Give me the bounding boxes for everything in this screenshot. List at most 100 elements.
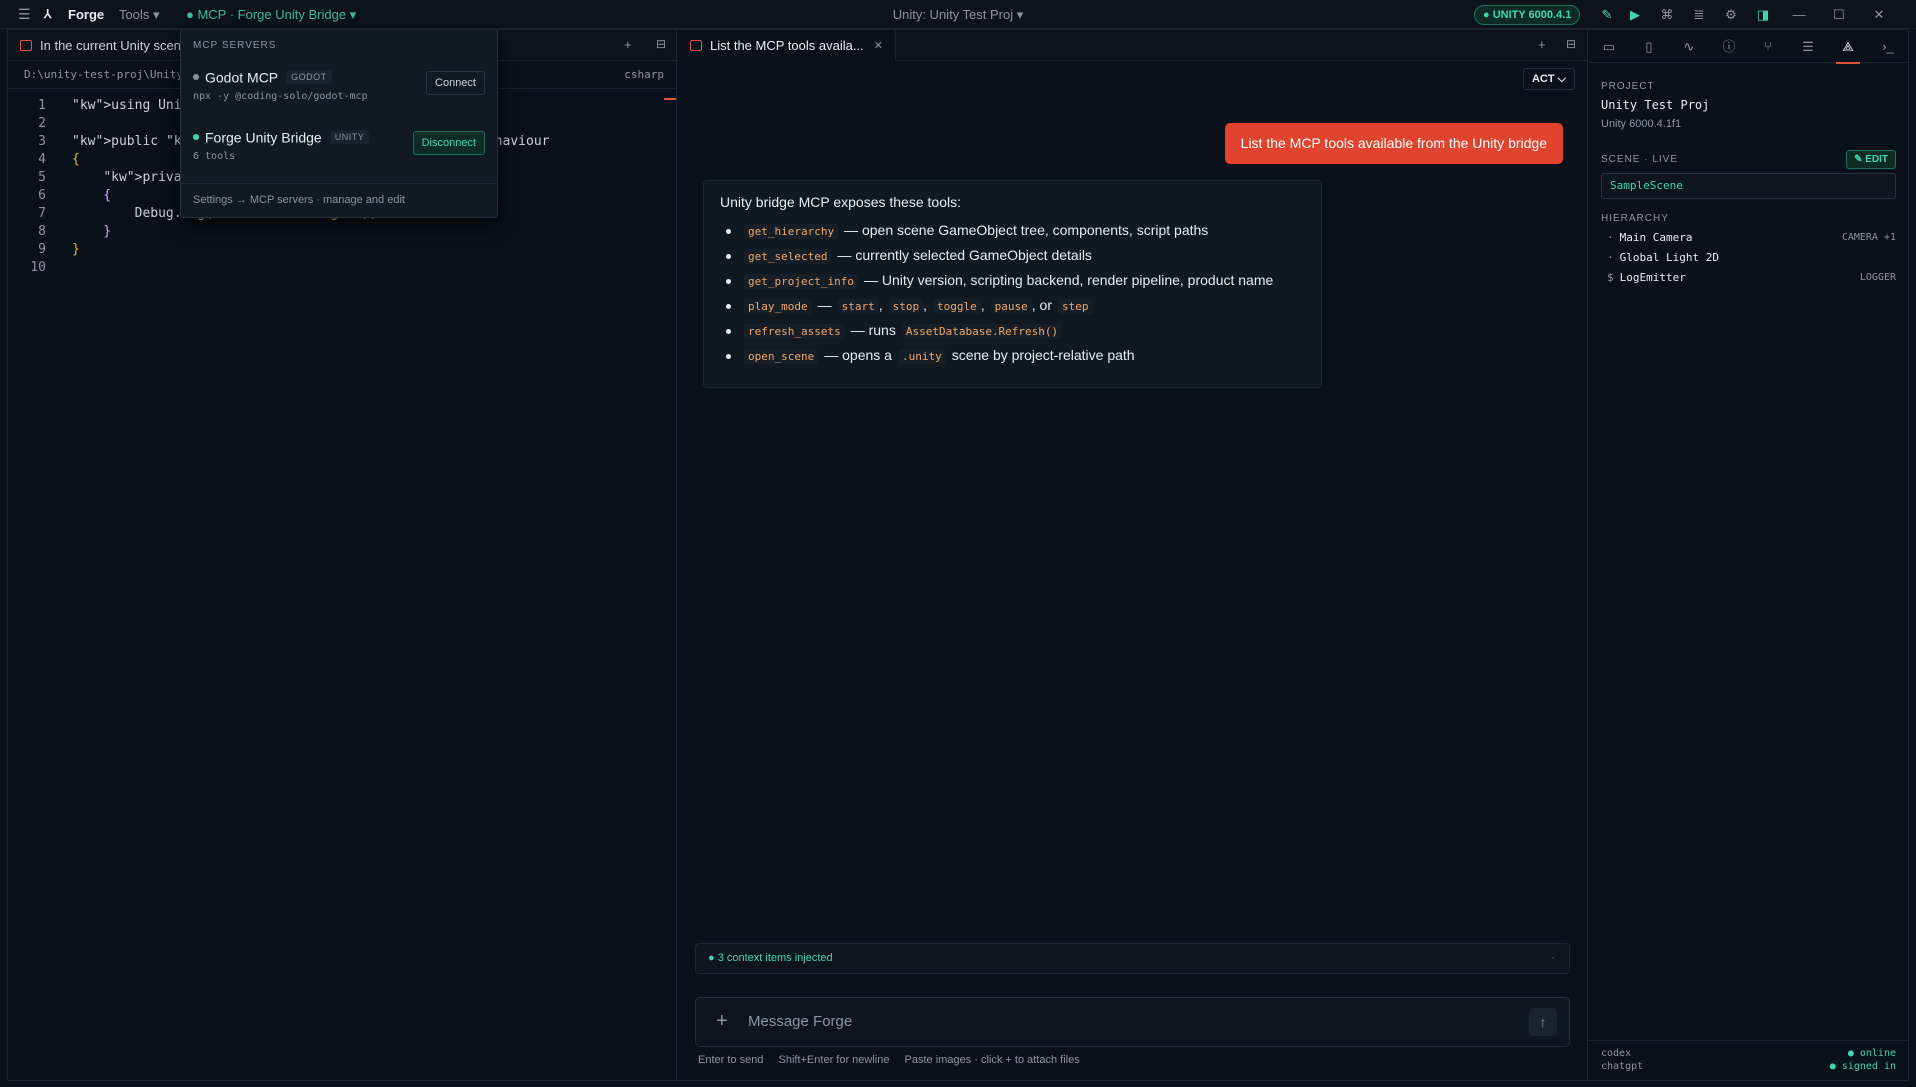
dropdown-footer[interactable]: Settings → MCP servers · manage and edit xyxy=(181,183,497,217)
new-chat-icon[interactable]: + xyxy=(1538,37,1546,52)
hierarchy-section: HIERARCHY · Main Camera CAMERA +1 · Global L… xyxy=(1601,213,1896,288)
status-online: ● online xyxy=(1847,1048,1896,1059)
file-path: D:\unity-test-proj\Unity xyxy=(24,68,183,81)
window-title[interactable]: Unity: Unity Test Proj ▾ xyxy=(893,7,1024,22)
status-dot-icon xyxy=(193,74,199,81)
line-number: 10 xyxy=(30,260,46,275)
server-name: Forge Unity Bridge xyxy=(205,129,322,146)
code-line: 8 } xyxy=(8,223,676,241)
checklist-icon[interactable]: ☰ xyxy=(1798,38,1818,56)
line-number: 1 xyxy=(38,98,46,113)
tool-description: — opens a xyxy=(824,347,892,363)
tool-item: get_selected — currently selected GameObj… xyxy=(720,243,1305,268)
tool-description: — currently selected GameObject details xyxy=(837,247,1092,263)
chats-icon[interactable]: ▭ xyxy=(1599,38,1619,56)
activity-icon[interactable]: ∿ xyxy=(1679,38,1699,56)
status-dot-icon xyxy=(193,134,199,141)
tools-menu[interactable]: Tools ▾ xyxy=(119,7,160,23)
project-version: Unity 6000.4.1f1 xyxy=(1601,118,1682,130)
hint-newline: Shift+Enter for newline xyxy=(778,1054,890,1066)
line-number: 4 xyxy=(38,152,46,167)
connect-button[interactable]: Connect xyxy=(426,71,485,95)
tool-name: get_selected xyxy=(744,249,832,264)
split-pane-icon[interactable]: ⊟ xyxy=(656,37,666,51)
server-name: Godot MCP xyxy=(205,69,279,86)
edit-scene-button[interactable]: ✎ EDIT xyxy=(1846,150,1896,169)
settings-icon[interactable]: ⚙ xyxy=(1722,6,1740,24)
user-message: List the MCP tools available from the Un… xyxy=(1224,123,1563,164)
hierarchy-item-tag: CAMERA +1 xyxy=(1841,232,1896,243)
tool-arg: step xyxy=(1058,299,1093,314)
hierarchy-mark: · xyxy=(1607,231,1614,244)
send-arrow-icon[interactable]: ↑ xyxy=(1529,1008,1557,1036)
line-number: 5 xyxy=(38,170,46,185)
maximize-icon[interactable]: ☐ xyxy=(1830,6,1848,24)
info-icon[interactable]: ⓘ xyxy=(1719,38,1739,56)
hierarchy-item-name: Main Camera xyxy=(1619,231,1693,244)
tool-name: get_project_info xyxy=(744,274,858,289)
play-icon[interactable]: ▶ xyxy=(1626,6,1644,24)
chat-pane: List the MCP tools availa... ✕ + ⊟ ACT ⌵… xyxy=(678,30,1588,1080)
tool-item: get_hierarchy — open scene GameObject tre… xyxy=(720,218,1305,243)
split-pane-icon[interactable]: ⊟ xyxy=(1566,37,1576,51)
line-text: } xyxy=(72,224,112,239)
hierarchy-mark: $ xyxy=(1607,271,1614,284)
tool-description: — xyxy=(817,297,832,313)
line-number: 2 xyxy=(38,116,46,131)
close-window-icon[interactable]: ✕ xyxy=(1870,6,1888,24)
mcp-server-selector[interactable]: ● MCP · Forge Unity Bridge ▾ xyxy=(186,7,356,23)
tool-arg: pause xyxy=(990,299,1032,314)
message-input[interactable]: Message Forge xyxy=(748,1013,852,1030)
pencil-icon[interactable]: ✎ xyxy=(1598,6,1616,24)
hierarchy-mark: · xyxy=(1607,251,1614,264)
tool-description: — Unity version, scripting backend, rend… xyxy=(863,272,1274,288)
hierarchy-item[interactable]: · Global Light 2D xyxy=(1601,248,1896,268)
editor-tab[interactable]: In the current Unity scene xyxy=(8,30,200,61)
git-branch-icon[interactable]: ⑂ xyxy=(1758,38,1778,56)
composer-hints: Enter to send Shift+Enter for newline Pa… xyxy=(698,1054,1092,1066)
panel-toggle-icon[interactable]: ◨ xyxy=(1754,6,1772,24)
chat-tab[interactable]: List the MCP tools availa... ✕ xyxy=(678,30,896,61)
scene-section: SCENE · LIVE ✎ EDIT SampleScene xyxy=(1601,150,1896,199)
account-status: codex chatgpt ● online ● signed in xyxy=(1601,1047,1896,1073)
hierarchy-item[interactable]: · Main Camera CAMERA +1 xyxy=(1601,228,1896,248)
tool-description-tail: scene by project-relative path xyxy=(951,347,1135,363)
code-line: 10 xyxy=(8,259,676,277)
expand-icon[interactable]: · xyxy=(1551,944,1555,973)
status-signed-in: ● signed in xyxy=(1829,1061,1896,1072)
mode-selector[interactable]: ACT ⌵ xyxy=(1522,68,1575,90)
hierarchy-item[interactable]: $ LogEmitter LOGGER xyxy=(1601,268,1896,288)
footer-divider xyxy=(1589,1040,1908,1041)
minimize-icon[interactable]: — xyxy=(1790,6,1808,24)
chat-icon xyxy=(20,40,32,51)
new-tab-icon[interactable]: + xyxy=(624,37,632,52)
hierarchy-item-name: Global Light 2D xyxy=(1619,251,1719,264)
hamburger-menu-icon[interactable]: ☰ xyxy=(18,6,31,23)
inline-code: .unity xyxy=(897,349,946,364)
list-icon[interactable]: ≣ xyxy=(1690,6,1708,24)
attach-plus-icon[interactable]: + xyxy=(716,1010,728,1033)
line-text: { xyxy=(72,152,80,167)
command-icon[interactable]: ⌘ xyxy=(1658,6,1676,24)
mcp-server-unity: Forge Unity Bridge UNITY 6 tools Disconne… xyxy=(193,128,485,162)
line-number: 7 xyxy=(38,206,46,221)
context-items-bar[interactable]: ● 3 context items injected · xyxy=(695,943,1570,974)
unity-icon[interactable]: ⟁ xyxy=(1836,38,1860,64)
tool-description: — runs xyxy=(850,322,896,338)
language-label: csharp xyxy=(624,68,664,81)
disconnect-button[interactable]: Disconnect xyxy=(412,131,485,155)
hierarchy-item-name: LogEmitter xyxy=(1619,271,1686,284)
scene-field[interactable]: SampleScene xyxy=(1601,173,1896,199)
project-label: PROJECT xyxy=(1601,81,1655,92)
panel-tabs: ▭ ▯ ∿ ⓘ ⑂ ☰ ⟁ ›_ xyxy=(1589,30,1908,64)
assistant-message: Unity bridge MCP exposes these tools: ge… xyxy=(703,180,1322,388)
forge-logo-icon: ⅄ xyxy=(44,7,52,21)
tool-item: get_project_info — Unity version, scripti… xyxy=(720,268,1305,293)
server-tag: UNITY xyxy=(329,130,370,145)
terminal-icon[interactable]: ›_ xyxy=(1878,38,1898,56)
tool-description: — open scene GameObject tree, components… xyxy=(844,222,1209,238)
tool-arg: stop xyxy=(888,299,924,314)
book-icon[interactable]: ▯ xyxy=(1639,38,1659,56)
close-tab-icon[interactable]: ✕ xyxy=(874,39,883,52)
inspector-panel: ▭ ▯ ∿ ⓘ ⑂ ☰ ⟁ ›_ PROJECT Unity Test Proj… xyxy=(1589,30,1908,1080)
